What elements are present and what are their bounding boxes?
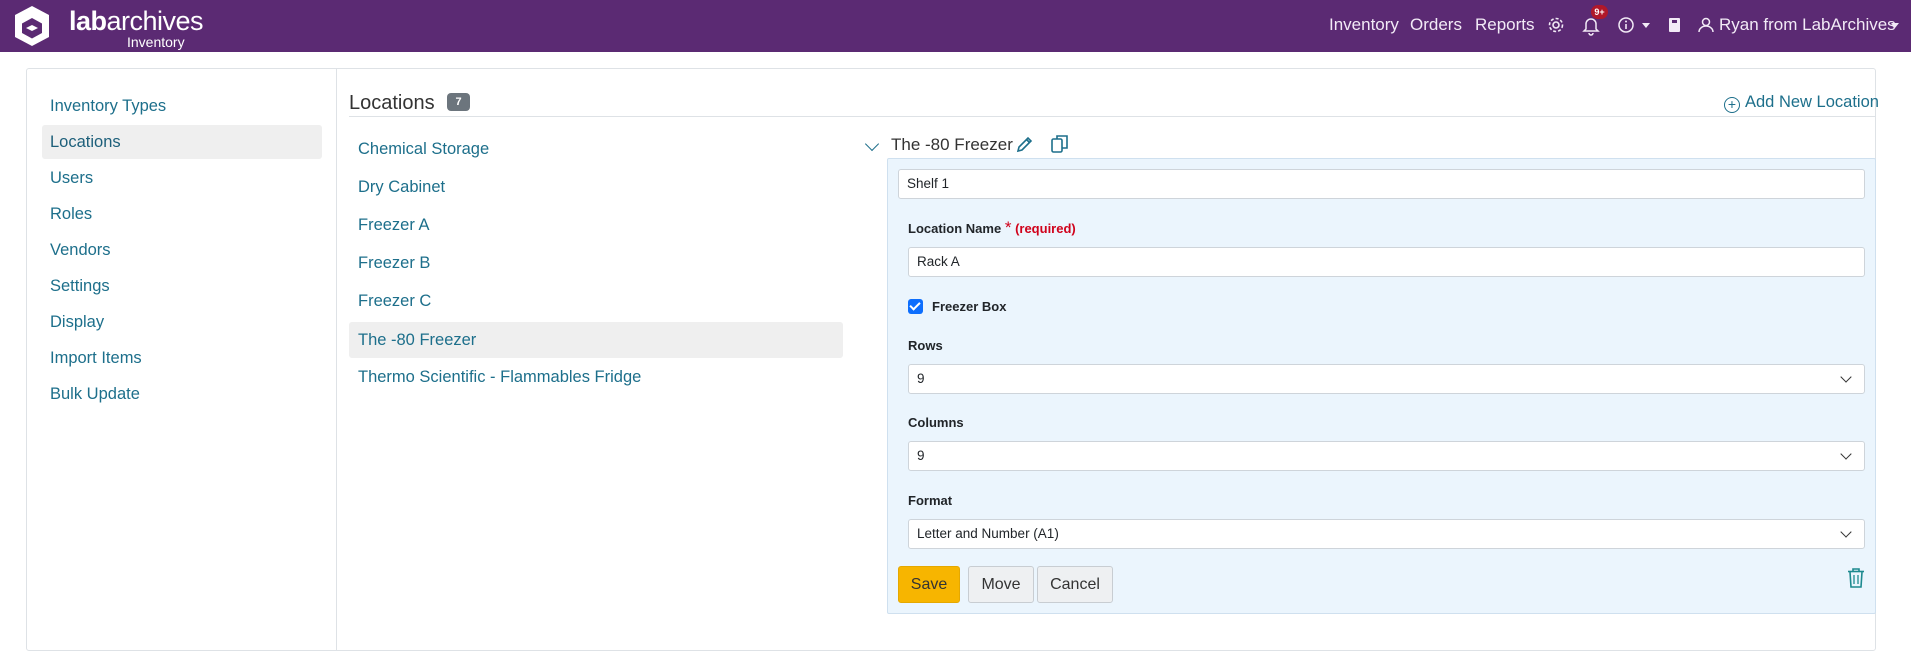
parent-location-field[interactable]: Shelf 1 <box>898 169 1865 199</box>
move-button[interactable]: Move <box>968 566 1034 603</box>
chevron-down-icon <box>1840 448 1852 460</box>
freezer-box-checkbox[interactable] <box>908 299 923 314</box>
cancel-button[interactable]: Cancel <box>1037 566 1113 603</box>
cube-logo-icon <box>15 6 49 46</box>
save-button[interactable]: Save <box>898 566 960 603</box>
rows-label: Rows <box>908 338 943 353</box>
sidebar-item-display[interactable]: Display <box>42 305 322 339</box>
chevron-down-icon <box>1840 371 1852 383</box>
add-new-location-button[interactable]: + Add New Location <box>1724 91 1879 113</box>
rows-select-value: 9 <box>917 371 925 386</box>
location-item-dry-cabinet[interactable]: Dry Cabinet <box>349 169 843 205</box>
pencil-edit-icon[interactable] <box>1015 134 1035 154</box>
settings-sidebar: Inventory Types Locations Users Roles Ve… <box>26 68 337 651</box>
labarchives-logo[interactable]: labarchives Inventory <box>12 4 204 50</box>
sidebar-item-users[interactable]: Users <box>42 161 322 195</box>
location-item-flammables-fridge[interactable]: Thermo Scientific - Flammables Fridge <box>349 359 843 395</box>
trash-icon[interactable] <box>1846 567 1866 589</box>
info-dropdown-caret[interactable] <box>1642 23 1650 28</box>
nav-orders[interactable]: Orders <box>1410 15 1462 35</box>
plus-circle-icon: + <box>1724 97 1740 113</box>
detail-location-name: The -80 Freezer <box>891 135 1013 154</box>
sidebar-item-settings[interactable]: Settings <box>42 269 322 303</box>
location-item-freezer-a[interactable]: Freezer A <box>349 207 843 243</box>
sidebar-item-vendors[interactable]: Vendors <box>42 233 322 267</box>
format-select-value: Letter and Number (A1) <box>917 526 1059 541</box>
notebook-icon[interactable] <box>1663 14 1685 36</box>
chevron-down-icon <box>1840 526 1852 538</box>
notification-badge: 9+ <box>1591 5 1608 19</box>
page-title: Locations <box>349 92 435 114</box>
user-dropdown-caret[interactable] <box>1891 23 1899 28</box>
locations-count-badge: 7 <box>447 93 470 111</box>
sidebar-item-import-items[interactable]: Import Items <box>42 341 322 375</box>
gear-icon[interactable] <box>1545 14 1567 36</box>
top-navbar: labarchives Inventory Inventory Orders R… <box>0 0 1911 52</box>
columns-select-value: 9 <box>917 448 925 463</box>
rows-select[interactable]: 9 <box>908 364 1865 394</box>
columns-select[interactable]: 9 <box>908 441 1865 471</box>
sidebar-item-inventory-types[interactable]: Inventory Types <box>42 89 322 123</box>
location-name-label: Location Name * (required) <box>908 218 1076 237</box>
location-item-freezer-c[interactable]: Freezer C <box>349 283 843 319</box>
info-icon[interactable] <box>1615 14 1637 36</box>
sidebar-item-locations[interactable]: Locations <box>42 125 322 159</box>
columns-label: Columns <box>908 415 964 430</box>
user-icon[interactable] <box>1695 14 1717 36</box>
nav-reports[interactable]: Reports <box>1475 15 1535 35</box>
logo-subtitle: Inventory <box>127 34 185 50</box>
location-item-freezer-b[interactable]: Freezer B <box>349 245 843 281</box>
location-item-80-freezer[interactable]: The -80 Freezer <box>349 322 843 358</box>
location-item-chemical-storage[interactable]: Chemical Storage <box>349 131 843 167</box>
sidebar-item-roles[interactable]: Roles <box>42 197 322 231</box>
format-select[interactable]: Letter and Number (A1) <box>908 519 1865 549</box>
copy-icon[interactable] <box>1049 133 1071 155</box>
logo-text: labarchives <box>69 6 204 36</box>
title-divider <box>349 116 1876 117</box>
sidebar-item-bulk-update[interactable]: Bulk Update <box>42 377 322 411</box>
add-new-location-label: Add New Location <box>1745 93 1879 111</box>
format-label: Format <box>908 493 953 508</box>
location-name-input[interactable]: Rack A <box>908 247 1865 277</box>
user-menu[interactable]: Ryan from LabArchives <box>1719 15 1896 35</box>
nav-inventory[interactable]: Inventory <box>1329 15 1399 35</box>
freezer-box-label: Freezer Box <box>932 299 1007 314</box>
